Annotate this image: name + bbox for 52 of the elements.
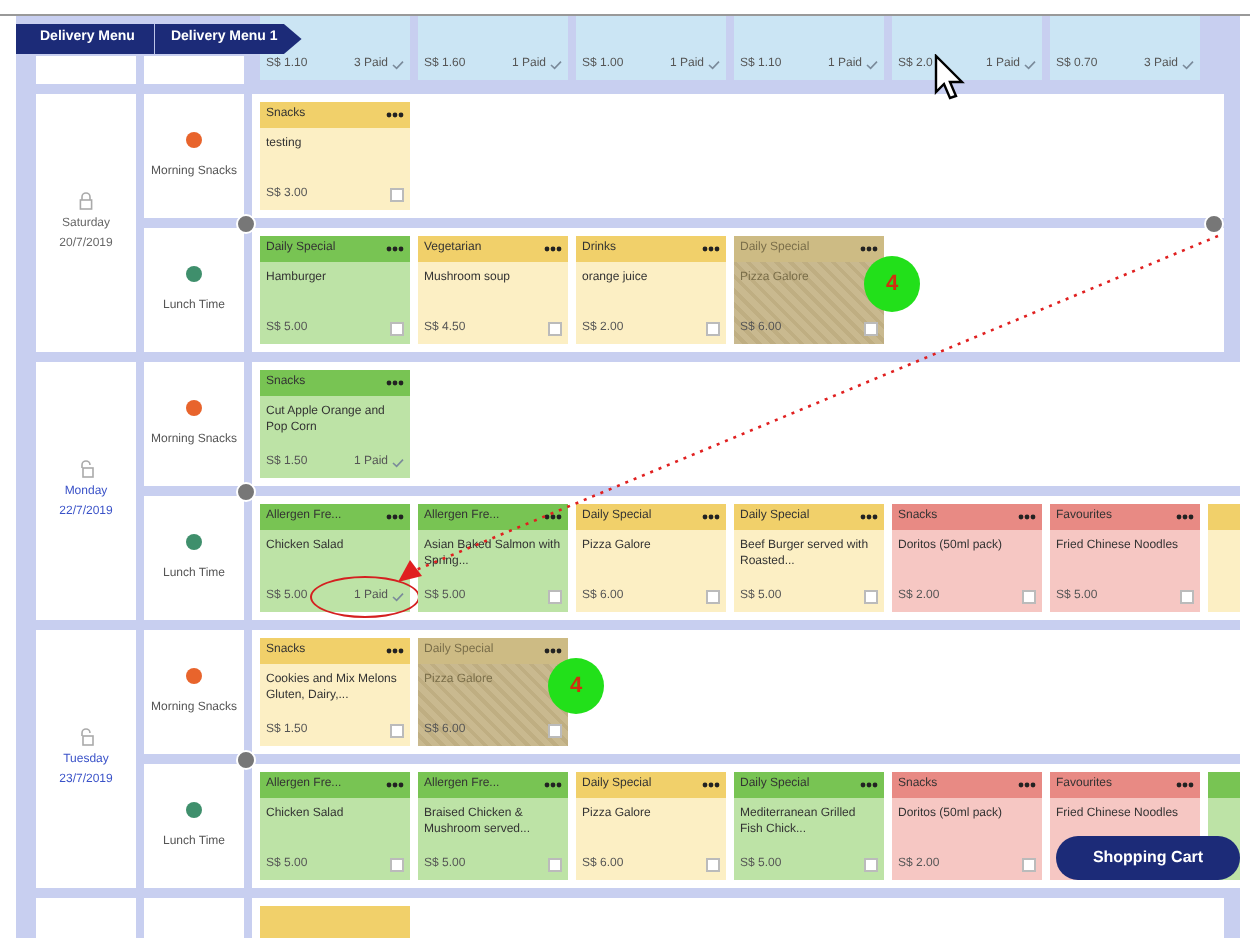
more-icon[interactable] bbox=[860, 246, 878, 252]
check-icon[interactable] bbox=[1024, 60, 1036, 70]
check-icon[interactable] bbox=[1182, 60, 1194, 70]
check-icon[interactable] bbox=[708, 60, 720, 70]
more-icon[interactable] bbox=[1176, 782, 1194, 788]
empty-cell bbox=[36, 898, 136, 938]
checkbox[interactable] bbox=[864, 858, 878, 872]
count-badge: 4 bbox=[864, 256, 920, 312]
shopping-cart-button[interactable]: Shopping Cart bbox=[1056, 836, 1240, 880]
checkbox[interactable] bbox=[864, 322, 878, 336]
checkbox[interactable] bbox=[1180, 590, 1194, 604]
empty-cell bbox=[36, 56, 136, 84]
checkbox[interactable] bbox=[548, 858, 562, 872]
more-icon[interactable] bbox=[702, 514, 720, 520]
check-icon[interactable] bbox=[392, 60, 404, 70]
more-icon[interactable] bbox=[1176, 514, 1194, 520]
check-icon[interactable] bbox=[392, 592, 404, 602]
more-icon[interactable] bbox=[544, 648, 562, 654]
count-badge: 4 bbox=[548, 658, 604, 714]
checkbox[interactable] bbox=[548, 322, 562, 336]
more-icon[interactable] bbox=[386, 246, 404, 252]
empty-cell bbox=[144, 898, 244, 938]
checkbox[interactable] bbox=[1022, 590, 1036, 604]
more-icon[interactable] bbox=[702, 246, 720, 252]
checkbox[interactable] bbox=[548, 590, 562, 604]
more-icon[interactable] bbox=[860, 782, 878, 788]
more-icon[interactable] bbox=[386, 514, 404, 520]
checkbox[interactable] bbox=[390, 188, 404, 202]
more-icon[interactable] bbox=[702, 782, 720, 788]
checkbox[interactable] bbox=[1022, 858, 1036, 872]
more-icon[interactable] bbox=[1018, 782, 1036, 788]
checkbox[interactable] bbox=[706, 590, 720, 604]
checkbox[interactable] bbox=[390, 724, 404, 738]
checkbox[interactable] bbox=[390, 322, 404, 336]
more-icon[interactable] bbox=[386, 648, 404, 654]
checkbox[interactable] bbox=[706, 322, 720, 336]
more-icon[interactable] bbox=[386, 782, 404, 788]
check-icon[interactable] bbox=[550, 60, 562, 70]
checkbox[interactable] bbox=[864, 590, 878, 604]
more-icon[interactable] bbox=[544, 514, 562, 520]
checkbox[interactable] bbox=[706, 858, 720, 872]
more-icon[interactable] bbox=[544, 246, 562, 252]
more-icon[interactable] bbox=[860, 514, 878, 520]
check-icon[interactable] bbox=[392, 458, 404, 468]
checkbox[interactable] bbox=[390, 858, 404, 872]
more-icon[interactable] bbox=[386, 380, 404, 386]
check-icon[interactable] bbox=[866, 60, 878, 70]
more-icon[interactable] bbox=[1018, 514, 1036, 520]
more-icon[interactable] bbox=[386, 112, 404, 118]
checkbox[interactable] bbox=[548, 724, 562, 738]
empty-cell bbox=[144, 56, 244, 84]
more-icon[interactable] bbox=[544, 782, 562, 788]
